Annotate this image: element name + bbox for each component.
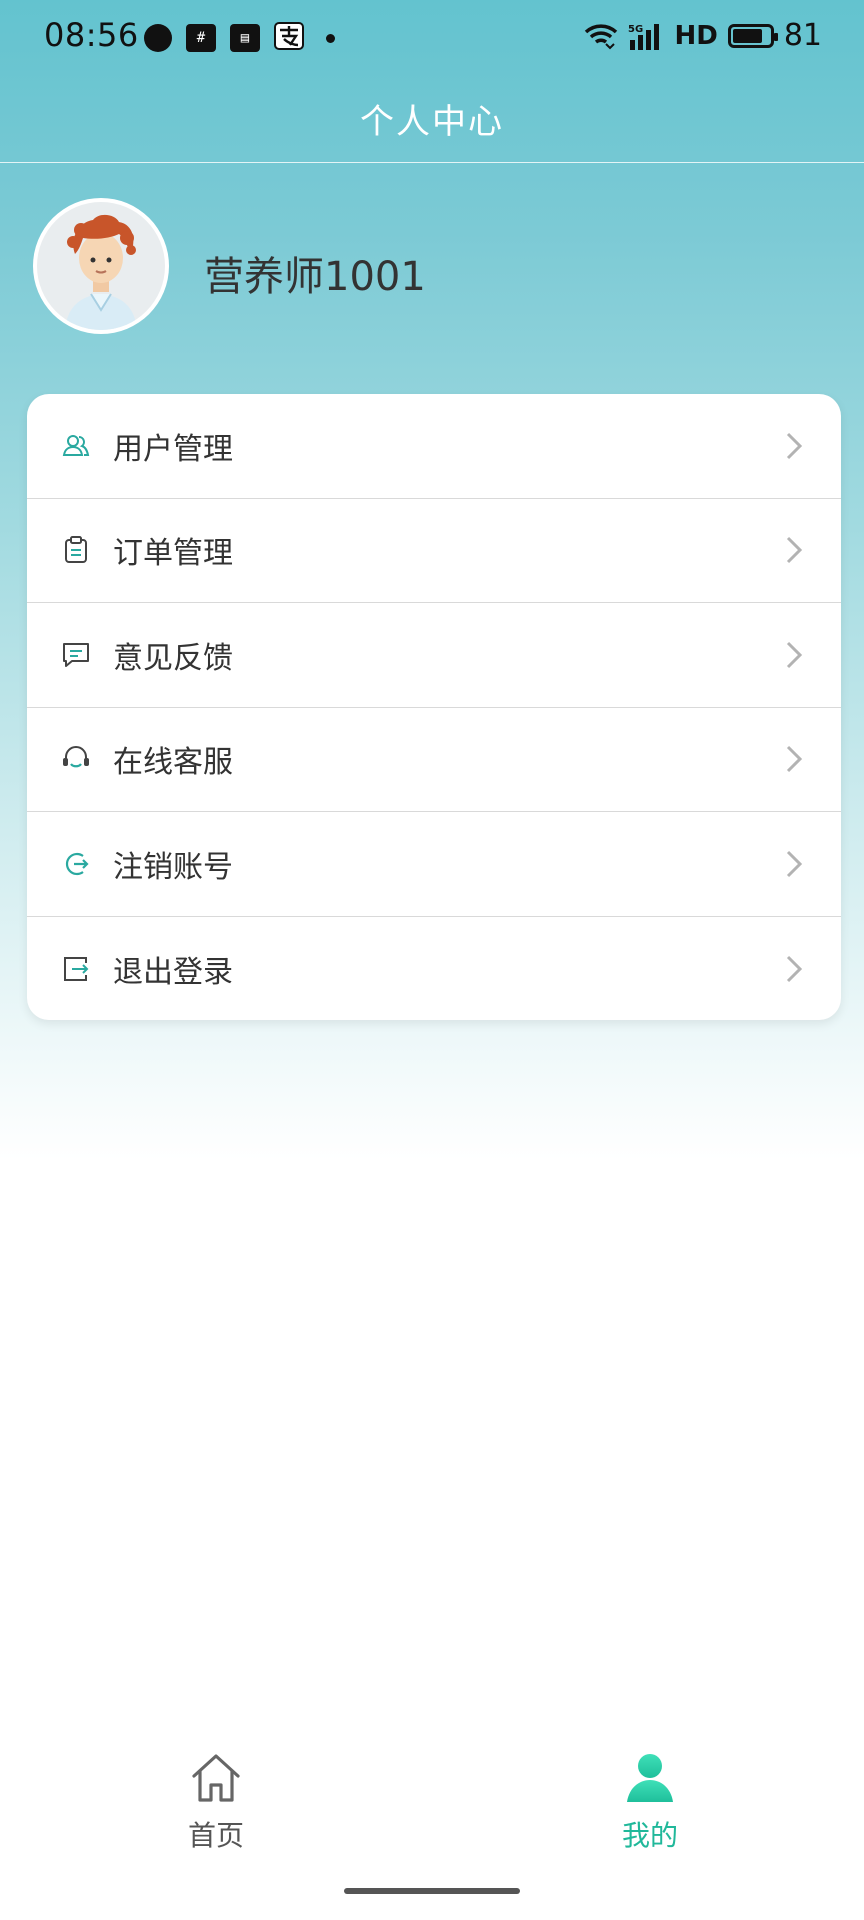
network-type: HD: [674, 20, 718, 51]
home-icon: [192, 1754, 240, 1802]
menu-item-label: 意见反馈: [113, 640, 233, 676]
status-bar: 08:56 # ▤ 5G HD 81: [0, 0, 864, 72]
menu-item-delete-account[interactable]: 注销账号: [27, 812, 841, 917]
avatar-icon: [37, 202, 165, 330]
nav-home[interactable]: 首页: [116, 1752, 316, 1854]
menu-item-label: 用户管理: [113, 431, 233, 467]
notification-icons: # ▤: [144, 22, 335, 54]
alipay-icon: [274, 22, 304, 54]
nav-mine[interactable]: 我的: [550, 1752, 750, 1854]
chevron-right-icon: [786, 955, 803, 982]
hash-app-icon: #: [186, 24, 216, 52]
menu-item-label: 退出登录: [113, 954, 233, 990]
menu-item-user-management[interactable]: 用户管理: [27, 394, 841, 499]
user-icon: [627, 1754, 673, 1802]
avatar[interactable]: [33, 198, 169, 334]
headset-icon: [63, 746, 89, 768]
system-status-icons: 5G HD 81: [584, 18, 822, 53]
header-divider: [0, 162, 864, 163]
username: 营养师1001: [204, 254, 426, 300]
logout-circle-icon: [65, 852, 89, 875]
more-notifications-dot-icon: [326, 33, 335, 43]
chevron-right-icon: [786, 746, 803, 773]
menu-item-label: 订单管理: [113, 536, 233, 572]
chevron-right-icon: [786, 641, 803, 668]
card-app-icon: ▤: [230, 24, 260, 52]
page-title: 个人中心: [360, 102, 504, 142]
chat-bubble-icon: [144, 24, 172, 52]
chevron-right-icon: [786, 432, 803, 459]
chevron-right-icon: [786, 850, 803, 877]
bottom-nav: 首页 我的: [0, 1730, 864, 1870]
nav-mine-label: 我的: [621, 1819, 678, 1852]
users-icon: [62, 434, 90, 456]
message-icon: [63, 642, 89, 667]
menu-item-label: 在线客服: [113, 745, 233, 781]
home-indicator: [344, 1888, 520, 1894]
menu-card: 用户管理 订单管理 意见反馈 在线客服 注销账号 退出登录: [27, 394, 841, 1020]
menu-item-label: 注销账号: [113, 849, 233, 885]
menu-item-online-service[interactable]: 在线客服: [27, 708, 841, 812]
clipboard-icon: [65, 536, 87, 564]
battery-fill: [732, 28, 762, 43]
signal-icon: 5G: [628, 23, 660, 50]
battery-level: 81: [783, 18, 822, 53]
exit-icon: [64, 956, 89, 981]
nav-home-label: 首页: [187, 1819, 244, 1852]
battery-icon: [727, 23, 778, 48]
chevron-right-icon: [786, 537, 803, 564]
signal-label: 5G: [628, 24, 643, 35]
status-time: 08:56: [44, 16, 139, 54]
menu-item-feedback[interactable]: 意见反馈: [27, 603, 841, 708]
wifi-icon: [585, 23, 618, 49]
menu-item-logout[interactable]: 退出登录: [27, 917, 841, 1021]
menu-item-order-management[interactable]: 订单管理: [27, 499, 841, 603]
